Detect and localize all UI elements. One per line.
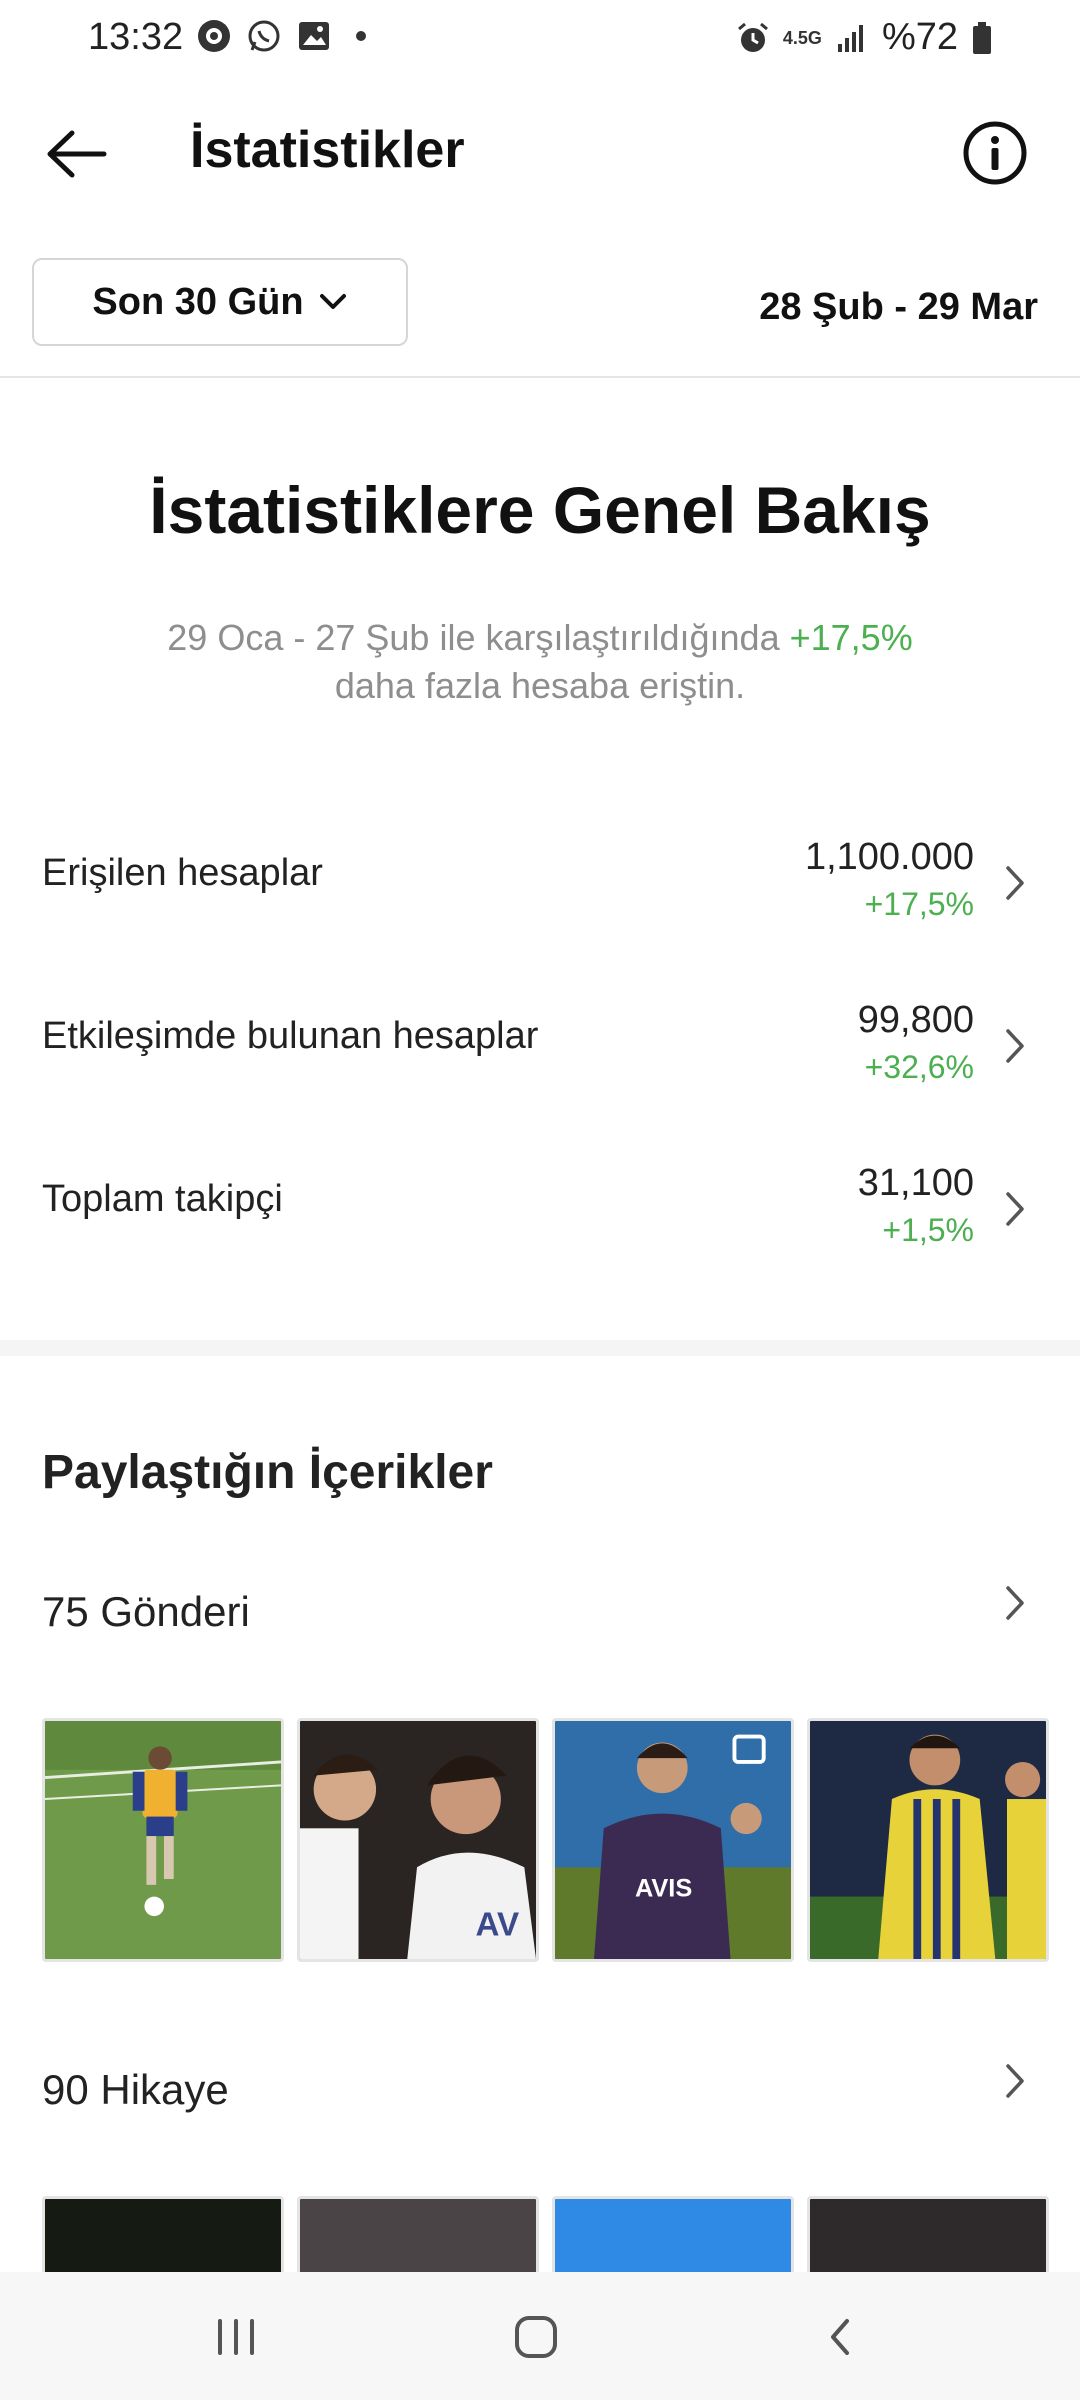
post-thumbnail[interactable] [807,1718,1049,1962]
svg-text:AVIS: AVIS [635,1875,692,1903]
svg-text:AV: AV [476,1907,520,1944]
post-image: AV [300,1721,536,1959]
page-title: İstatistikler [190,121,465,179]
metric-label: Toplam takipçi [42,1178,283,1220]
status-bar: 13:32 4.5G %72 [0,0,1080,80]
stories-row[interactable]: 90 Hikaye [42,2066,229,2114]
post-thumbnail[interactable]: AVIS [552,1718,794,1962]
metric-row-total-followers[interactable]: Toplam takipçi 31,100 +1,5% [0,1162,1080,1282]
network-type: 4.5G [782,27,822,48]
story-thumbnail[interactable] [552,2196,794,2272]
app-notification-icon [198,20,230,52]
metric-row-engaged-accounts[interactable]: Etkileşimde bulunan hesaplar 99,800 +32,… [0,999,1080,1119]
chevron-left-icon [831,2319,849,2355]
alarm-icon [737,22,768,52]
app-header: İstatistikler [0,90,1080,220]
stories-thumbnails [42,2196,1080,2272]
recents-icon [218,2319,254,2355]
story-thumbnail[interactable] [42,2196,284,2272]
overview-subtitle: 29 Oca - 27 Şub ile karşılaştırıldığında… [90,614,990,710]
notification-icons [196,18,366,54]
content-section-title: Paylaştığın İçerikler [42,1446,493,1499]
period-label: Son 30 Gün [92,280,304,323]
metric-change: +32,6% [864,1049,974,1085]
recents-button[interactable] [196,2302,276,2372]
signal-icon [837,24,863,52]
metric-value: 1,100.000 [804,836,974,878]
post-image [45,1721,281,1959]
overview-subtitle-pre: 29 Oca - 27 Şub ile karşılaştırıldığında [167,617,790,658]
back-nav-button[interactable] [800,2302,880,2372]
post-thumbnail[interactable] [42,1718,284,1962]
metric-value: 99,800 [857,999,974,1041]
battery-percent: %72 [881,16,958,58]
period-dropdown[interactable]: Son 30 Gün [32,258,408,346]
chevron-right-icon[interactable] [998,1578,1032,1628]
chevron-right-icon[interactable] [998,2056,1032,2106]
metric-label: Erişilen hesaplar [42,852,323,894]
info-button[interactable] [960,118,1030,188]
chevron-right-icon [1006,866,1024,900]
info-icon [963,121,1027,185]
home-button[interactable] [496,2302,576,2372]
post-thumbnail[interactable]: AV [297,1718,539,1962]
chevron-right-icon [1006,1192,1024,1226]
gallery-icon [299,22,329,50]
more-notifications-dot [356,31,366,41]
story-thumbnail[interactable] [297,2196,539,2272]
posts-row[interactable]: 75 Gönderi [42,1588,250,1636]
post-image: AVIS [555,1721,791,1959]
post-image [810,1721,1046,1959]
chevron-right-icon [1006,1029,1024,1063]
metric-change: +17,5% [864,886,974,922]
system-status: 4.5G %72 [735,16,994,59]
filter-row: Son 30 Gün 28 Şub - 29 Mar [0,258,1080,378]
metric-label: Etkileşimde bulunan hesaplar [42,1015,539,1057]
metric-row-reached-accounts[interactable]: Erişilen hesaplar 1,100.000 +17,5% [0,836,1080,956]
overview-subtitle-post: daha fazla hesaba eriştin. [334,665,746,706]
chevron-down-icon [319,294,346,309]
metric-change: +1,5% [882,1212,974,1248]
overview-subtitle-highlight: +17,5% [789,617,913,658]
back-button[interactable] [36,114,116,194]
battery-icon [973,21,991,54]
arrow-left-icon [47,130,107,178]
story-thumbnail[interactable] [807,2196,1049,2272]
date-range: 28 Şub - 29 Mar [759,286,1038,328]
metric-value: 31,100 [857,1162,974,1204]
posts-thumbnails: AV AVIS [42,1718,1080,1962]
overview-title: İstatistiklere Genel Bakış [149,473,931,547]
system-nav-bar [0,2272,1080,2400]
status-time: 13:32 [88,16,184,58]
home-icon [515,2316,557,2358]
whatsapp-icon [248,20,280,52]
section-divider [0,1340,1080,1356]
